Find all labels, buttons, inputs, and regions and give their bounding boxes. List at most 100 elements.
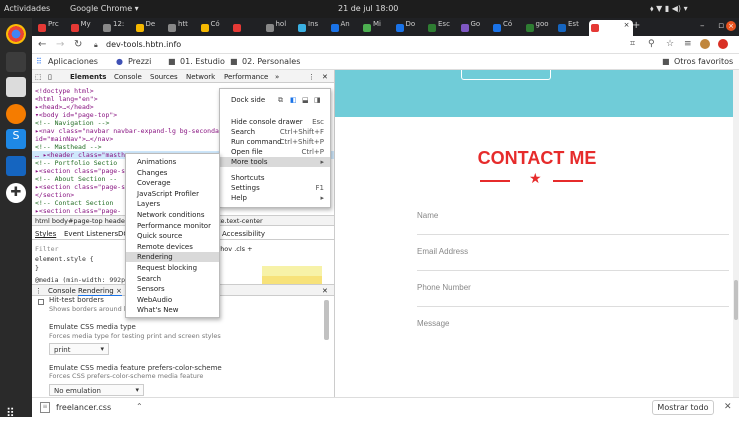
clock[interactable]: 21 de jul 18:00 (338, 4, 398, 13)
tab-accessibility[interactable]: Accessibility (222, 230, 265, 238)
maximize-button[interactable]: ▫ (718, 21, 724, 31)
drawer-tab-console[interactable]: Console (48, 287, 76, 295)
dock-left-icon[interactable]: ◧ (290, 95, 297, 105)
tool-item-network-conditions[interactable]: Network conditions (126, 210, 219, 220)
dom-node-line[interactable]: <html lang="en"> (35, 95, 98, 103)
dom-node-line[interactable]: <!-- Contact Section (35, 199, 113, 207)
breadcrumb-tail[interactable]: te.text-center (218, 217, 263, 225)
page-scrollbar[interactable] (733, 70, 739, 397)
devtools-close-icon[interactable]: ✕ (322, 73, 328, 81)
chrome-icon[interactable] (6, 24, 26, 44)
system-tray-icons[interactable]: ⬧ ▼ ▮ ◀) ▾ (650, 4, 688, 14)
browser-tab[interactable]: Có (199, 20, 230, 36)
terminal-icon[interactable] (6, 52, 26, 72)
tool-item-animations[interactable]: Animations (126, 157, 219, 167)
dom-node-line[interactable]: ▸<head>…</head> (35, 103, 94, 111)
dock-right-icon[interactable]: ◨ (314, 95, 321, 105)
bookmark-other-favorites[interactable]: Otros favoritos (674, 57, 733, 66)
browser-tab[interactable]: Ins (296, 20, 327, 36)
menu-item-shortcuts[interactable]: Shortcuts (220, 173, 330, 183)
dom-node-line[interactable]: <!-- Masthead --> (35, 143, 102, 151)
browser-tab[interactable]: goo (524, 20, 555, 36)
browser-tab[interactable]: Esc (426, 20, 457, 36)
browser-tab[interactable]: Có (491, 20, 522, 36)
new-tab-button[interactable]: + (632, 20, 640, 31)
tab-styles[interactable]: Styles (35, 230, 56, 238)
menu-item-settings[interactable]: Settings F1 (220, 183, 330, 193)
bookmark-prezzi[interactable]: Prezzi (128, 57, 151, 66)
dom-node-line[interactable]: ▾<body id="page-top"> (35, 111, 117, 119)
tool-item-coverage[interactable]: Coverage (126, 178, 219, 188)
dock-undock-icon[interactable]: ⧉ (278, 95, 283, 105)
browser-tab[interactable]: Do (394, 20, 425, 36)
dom-node-line[interactable]: <!-- About Section -- (35, 175, 117, 183)
star-icon[interactable]: ☆ (666, 39, 674, 49)
dom-node-line[interactable]: ▸<nav class="navbar navbar-expand-lg bg-… (35, 127, 223, 135)
drawer-scrollbar[interactable] (324, 300, 329, 340)
drawer-menu-icon[interactable]: ⋮ (35, 287, 42, 295)
reload-icon[interactable]: ↻ (74, 39, 82, 50)
menu-item-hide-console-drawer[interactable]: Hide console drawer Esc (220, 117, 330, 127)
tab-performance[interactable]: Performance (224, 73, 268, 81)
tab-sources[interactable]: Sources (150, 73, 178, 81)
tab-network[interactable]: Network (186, 73, 215, 81)
page-scrollbar-thumb[interactable] (734, 280, 738, 320)
device-toggle-icon[interactable]: ▯ (48, 73, 52, 81)
tab-event-listeners[interactable]: Event Listeners (64, 230, 118, 238)
show-apps-icon[interactable]: ⠿ (6, 406, 26, 426)
zoom-icon[interactable]: ⚲ (648, 39, 655, 49)
show-all-button[interactable]: Mostrar todo (652, 400, 714, 415)
styles-filter-input[interactable]: Filter (35, 245, 58, 253)
activities-button[interactable]: Actividades (4, 4, 50, 13)
tool-item-changes[interactable]: Changes (126, 168, 219, 178)
tool-item-rendering[interactable]: Rendering (126, 252, 219, 263)
forward-icon[interactable]: → (56, 39, 64, 50)
tool-item-performance-monitor[interactable]: Performance monitor (126, 221, 219, 231)
styles-filter-tools[interactable]: :hov .cls + (218, 245, 253, 253)
browser-tab[interactable]: Est (556, 20, 587, 36)
download-file-name[interactable]: freelancer.css (56, 403, 111, 412)
drawer-tab-rendering[interactable]: Rendering × (78, 287, 122, 296)
tab-console[interactable]: Console (114, 73, 142, 81)
browser-tab[interactable]: De (134, 20, 165, 36)
menu-item-run-command[interactable]: Run command Ctrl+Shift+P (220, 137, 330, 147)
minimize-button[interactable]: – (700, 21, 705, 31)
browser-tab[interactable]: An (329, 20, 360, 36)
bookmark-folder-personales[interactable]: 02. Personales (242, 57, 300, 66)
chevron-up-icon[interactable]: ⌃ (136, 402, 143, 411)
browser-tab[interactable]: × (588, 20, 633, 36)
vscode-icon[interactable] (6, 156, 26, 176)
translate-icon[interactable]: ⌗ (630, 39, 635, 49)
dock-bottom-icon[interactable]: ⬓ (302, 95, 309, 105)
address-bar[interactable]: dev-tools.hbtn.info (106, 40, 181, 49)
menu-item-more-tools[interactable]: More tools ▸ (220, 157, 330, 167)
tool-item-webaudio[interactable]: WebAudio (126, 295, 219, 305)
tab-elements[interactable]: Elements (70, 73, 106, 81)
hit-test-checkbox[interactable] (38, 299, 44, 305)
tool-item-what-s-new[interactable]: What's New (126, 305, 219, 315)
browser-tab[interactable]: hol (264, 20, 295, 36)
profile-avatar[interactable] (700, 39, 710, 49)
back-icon[interactable]: ← (38, 39, 46, 50)
tool-item-search[interactable]: Search (126, 274, 219, 284)
browser-tab[interactable]: My (69, 20, 100, 36)
menu-item-search[interactable]: Search Ctrl+Shift+F (220, 127, 330, 137)
browser-tab[interactable]: Go (459, 20, 490, 36)
dom-node-line[interactable]: </section> (35, 191, 74, 199)
email-field[interactable]: Email Address (417, 247, 729, 271)
header-button-outline[interactable] (461, 70, 551, 80)
dom-node-line[interactable]: ▸<section class="page-s (35, 167, 125, 175)
browser-tab[interactable]: htt (166, 20, 197, 36)
apps-icon[interactable]: ⠿ (36, 57, 42, 66)
breadcrumb-path[interactable]: html body#page-top heade (35, 217, 125, 225)
tool-item-remote-devices[interactable]: Remote devices (126, 242, 219, 252)
name-field[interactable]: Name (417, 211, 729, 235)
browser-tab[interactable]: Prc (36, 20, 67, 36)
message-field[interactable]: Message (417, 319, 729, 342)
tab-more[interactable]: » (275, 73, 279, 81)
menu-item-help[interactable]: Help ▸ (220, 193, 330, 203)
tool-item-javascript-profiler[interactable]: JavaScript Profiler (126, 189, 219, 199)
menu-item-open-file[interactable]: Open file Ctrl+P (220, 147, 330, 157)
close-window-button[interactable]: × (726, 21, 736, 31)
emulate-media-select[interactable]: print ▾ (49, 343, 109, 355)
